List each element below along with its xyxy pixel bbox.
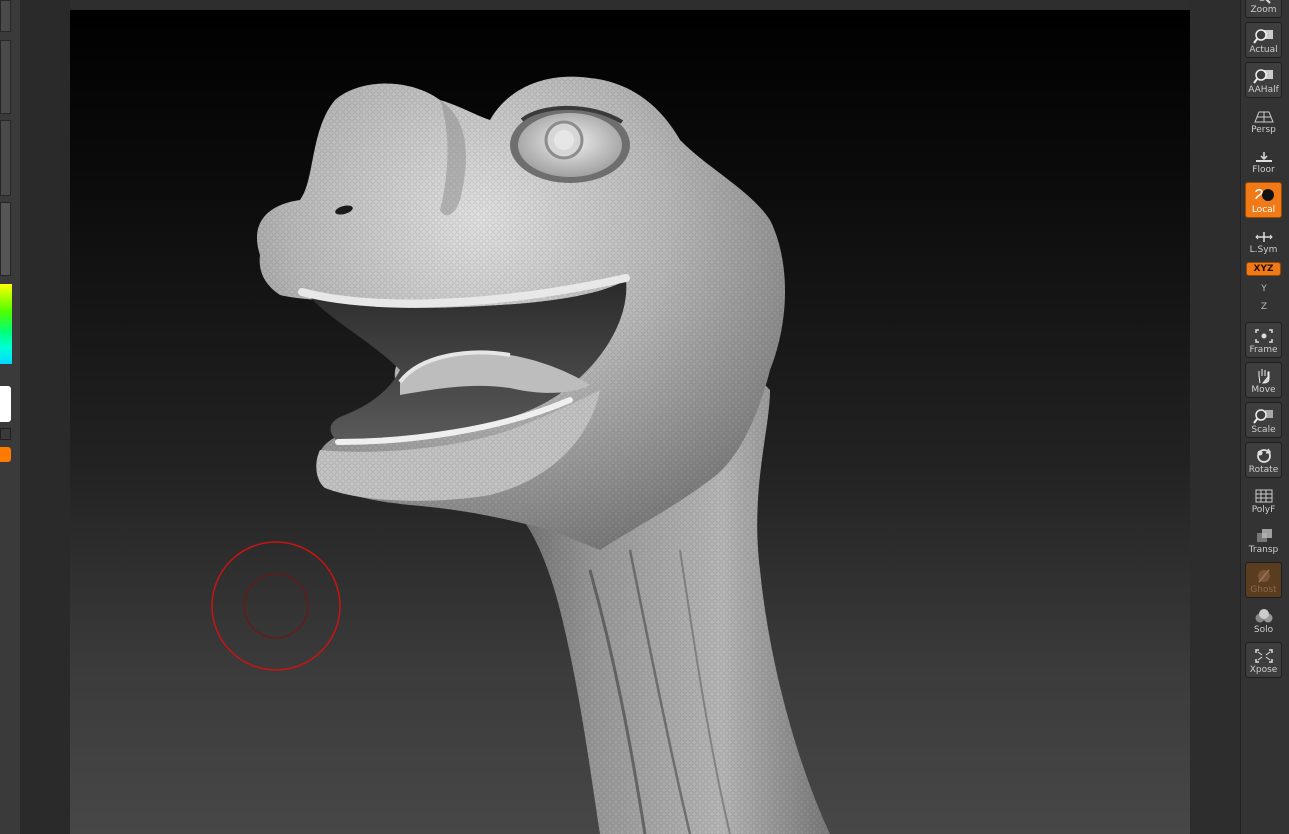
left-gutter [20,0,70,834]
top-strip [70,0,1190,10]
polyf-label: PolyF [1251,505,1276,515]
floor-icon [1255,152,1272,162]
transp-label: Transp [1248,545,1279,555]
move-label: Move [1251,385,1276,395]
xpose-arrows-icon [1254,649,1273,663]
magnify-aa-icon [1252,69,1273,84]
aahalf-button[interactable]: AAHalf [1245,62,1282,98]
lsym-label: L.Sym [1249,245,1278,255]
right-gutter [1190,0,1240,834]
z-axis-toggle[interactable]: Z [1255,300,1273,314]
scale-icon [1252,409,1273,424]
xyz-symmetry-toggle[interactable]: XYZ [1246,262,1281,276]
persp-button[interactable]: Persp [1245,102,1282,138]
creature-sculpt [256,76,830,834]
aahalf-label: AAHalf [1248,85,1279,95]
local-pivot-icon [1254,189,1274,201]
zoom-label: Zoom [1250,5,1277,15]
left-tray-slot-1[interactable] [0,0,11,32]
ghost-button[interactable]: Ghost [1245,562,1282,598]
left-tray-slot-2[interactable] [0,40,11,114]
left-tray-slot-3[interactable] [0,120,11,196]
main-color-swatch[interactable] [0,386,11,422]
hand-icon [1258,369,1269,384]
polyf-button[interactable]: PolyF [1245,482,1282,518]
xpose-label: Xpose [1249,665,1278,675]
left-palette [0,0,20,834]
swap-color-button[interactable] [0,428,11,440]
ghost-icon [1257,569,1270,583]
zoom-icon [1258,0,1271,4]
transp-button[interactable]: Transp [1245,522,1282,558]
rotate-button[interactable]: Rotate [1245,442,1282,478]
polyframe-grid-icon [1255,489,1272,503]
left-tray-slot-4[interactable] [0,202,11,276]
magnify-icon [1252,29,1273,44]
local-button[interactable]: Local [1245,182,1282,218]
brush-cursor [211,541,341,671]
persp-label: Persp [1251,125,1276,135]
ghost-label: Ghost [1250,585,1277,595]
zoom-button[interactable]: Zoom [1245,0,1282,18]
lsym-button[interactable]: L.Sym [1245,222,1282,258]
solo-spheres-icon [1255,609,1272,623]
sculpt-viewport [211,76,830,834]
frame-icon [1254,329,1273,343]
floor-button[interactable]: Floor [1245,142,1282,178]
solo-button[interactable]: Solo [1245,602,1282,638]
secondary-color-swatch[interactable] [0,447,11,462]
actual-button[interactable]: Actual [1245,22,1282,58]
local-label: Local [1251,205,1276,215]
transparency-icon [1256,529,1272,542]
actual-label: Actual [1249,45,1278,55]
solo-label: Solo [1253,625,1274,635]
floor-label: Floor [1252,165,1275,175]
rotate-icon [1256,448,1271,463]
right-shelf: Zoom Actual AAHalf Persp Floor Local L.S… [1240,0,1289,834]
color-picker-gradient[interactable] [0,284,12,364]
move-button[interactable]: Move [1245,362,1282,398]
frame-button[interactable]: Frame [1245,322,1282,358]
local-symmetry-icon [1254,232,1273,242]
perspective-grid-icon [1253,111,1274,123]
y-axis-toggle[interactable]: Y [1255,282,1273,296]
scale-button[interactable]: Scale [1245,402,1282,438]
scale-label: Scale [1251,425,1276,435]
rotate-label: Rotate [1248,465,1279,475]
document-canvas[interactable] [70,10,1190,834]
frame-label: Frame [1249,345,1278,355]
xpose-button[interactable]: Xpose [1245,642,1282,678]
